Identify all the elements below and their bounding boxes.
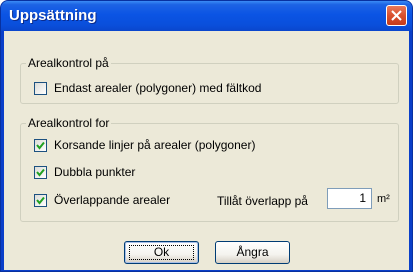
checkbox-double-points[interactable] xyxy=(34,165,47,179)
check-mark-icon xyxy=(36,168,45,177)
dialog-body: Arealkontrol på Endast arealer (polygone… xyxy=(4,31,409,270)
group-legend-areal-check-for: Arealkontrol for xyxy=(26,116,112,130)
overlap-unit-label: m² xyxy=(377,193,390,205)
overlap-tolerance-input[interactable]: 1 xyxy=(327,188,372,209)
checkbox-row-crossing-lines[interactable]: Korsande linjer på arealer (polygoner) xyxy=(34,138,255,152)
cancel-button[interactable]: Ångra xyxy=(215,241,290,264)
checkbox-label-crossing-lines: Korsande linjer på arealer (polygoner) xyxy=(54,138,256,152)
close-icon xyxy=(391,10,402,21)
ok-button[interactable]: Ok xyxy=(124,241,199,264)
checkbox-only-areas-with-fieldcode[interactable] xyxy=(34,81,47,95)
checkbox-label-only-areas-with-fieldcode: Endast arealer (polygoner) med fältkod xyxy=(54,81,262,95)
group-legend-areal-check-on: Arealkontrol på xyxy=(26,56,111,70)
cancel-button-label: Ångra xyxy=(236,245,269,259)
overlap-tolerance-label: Tillåt överlapp på xyxy=(217,194,308,208)
checkbox-row-only-areas-with-fieldcode[interactable]: Endast arealer (polygoner) med fältkod xyxy=(34,81,261,95)
checkbox-row-overlapping-areas[interactable]: Överlappande arealer xyxy=(34,193,170,207)
title-bar[interactable]: Uppsättning xyxy=(1,1,412,31)
close-button[interactable] xyxy=(386,5,407,26)
ok-button-label: Ok xyxy=(153,245,170,259)
checkbox-crossing-lines[interactable] xyxy=(34,138,47,152)
checkbox-label-double-points: Dubbla punkter xyxy=(54,165,136,179)
check-mark-icon xyxy=(36,141,45,150)
dialog-window: Uppsättning Arealkontrol på Endast areal… xyxy=(0,0,413,272)
checkbox-overlapping-areas[interactable] xyxy=(34,193,47,207)
checkbox-row-double-points[interactable]: Dubbla punkter xyxy=(34,165,135,179)
checkbox-label-overlapping-areas: Överlappande arealer xyxy=(54,193,171,207)
check-mark-icon xyxy=(36,196,45,205)
window-title: Uppsättning xyxy=(9,7,97,24)
